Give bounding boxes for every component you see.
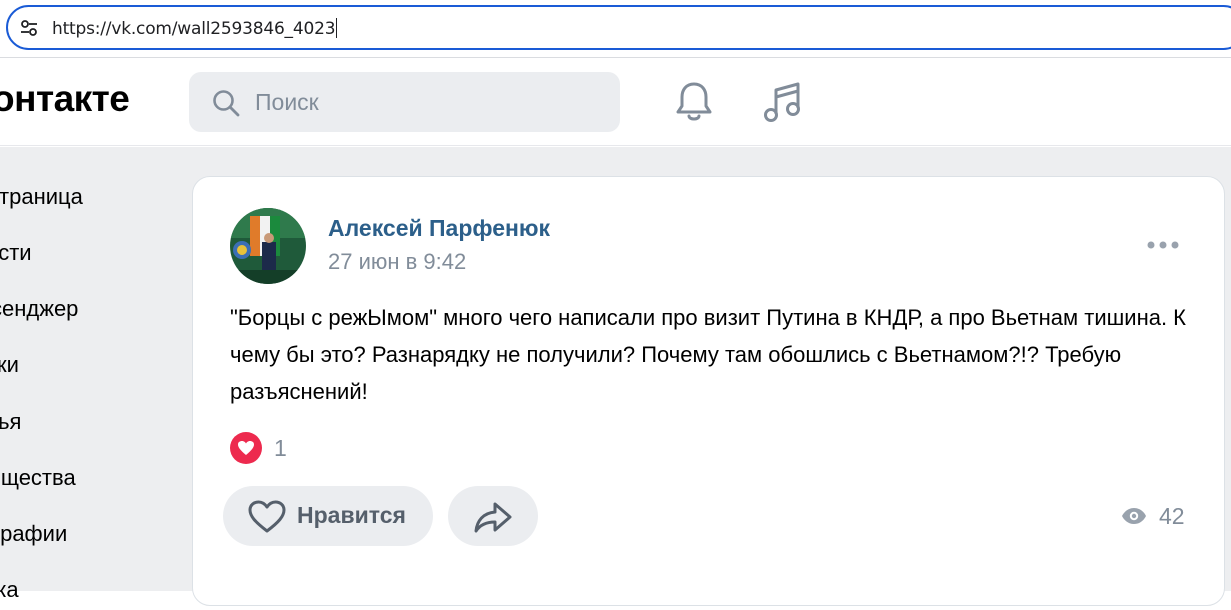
- post-text: "Борцы с режЫмом" много чего написали пр…: [230, 305, 1186, 404]
- bell-icon[interactable]: [674, 80, 714, 124]
- share-button[interactable]: [448, 486, 538, 546]
- reaction-count: 1: [274, 434, 287, 461]
- main-area: я страница ости ссенджер ки зья общества…: [0, 147, 1231, 606]
- more-options-icon[interactable]: [1145, 235, 1181, 255]
- left-sidebar: я страница ости ссенджер ки зья общества…: [0, 147, 190, 602]
- sidebar-item-calls[interactable]: ки: [0, 345, 19, 385]
- post-date[interactable]: 27 июн в 9:42: [328, 249, 466, 275]
- like-label: Нравится: [297, 502, 406, 528]
- url-text[interactable]: https://vk.com/wall2593846_4023: [52, 18, 338, 39]
- wall-post: Алексей Парфенюк 27 июн в 9:42 "Борцы с …: [192, 176, 1225, 606]
- avatar-image: [230, 208, 306, 284]
- search-icon: [213, 90, 240, 117]
- sidebar-item-music[interactable]: ика: [0, 570, 19, 610]
- tune-icon[interactable]: [18, 17, 40, 39]
- views-counter: 42: [1121, 502, 1185, 530]
- search-box[interactable]: [189, 72, 620, 132]
- views-count: 42: [1159, 502, 1185, 529]
- post-author[interactable]: Алексей Парфенюк: [328, 215, 550, 242]
- sidebar-item-photos[interactable]: тографии: [0, 514, 67, 554]
- heart-reaction-icon: [230, 432, 262, 464]
- sidebar-item-friends[interactable]: зья: [0, 402, 21, 442]
- vk-header: онтакте: [0, 58, 1231, 146]
- vk-logo[interactable]: онтакте: [0, 78, 130, 120]
- browser-toolbar: https://vk.com/wall2593846_4023: [0, 0, 1231, 58]
- sidebar-item-communities[interactable]: общества: [0, 458, 76, 498]
- music-icon[interactable]: [762, 80, 804, 124]
- share-arrow-icon: [474, 502, 512, 533]
- avatar[interactable]: [230, 208, 306, 284]
- sidebar-item-messenger[interactable]: ссенджер: [0, 289, 78, 329]
- reactions-summary[interactable]: 1: [230, 432, 287, 464]
- like-button[interactable]: Нравится: [223, 486, 433, 546]
- heart-outline-icon: [248, 500, 286, 533]
- search-input[interactable]: [255, 72, 605, 132]
- address-bar[interactable]: https://vk.com/wall2593846_4023: [6, 5, 1231, 50]
- sidebar-item-news[interactable]: ости: [0, 233, 32, 273]
- eye-icon: [1122, 508, 1146, 524]
- sidebar-item-my-page[interactable]: я страница: [0, 177, 83, 217]
- text-caret: [336, 18, 338, 38]
